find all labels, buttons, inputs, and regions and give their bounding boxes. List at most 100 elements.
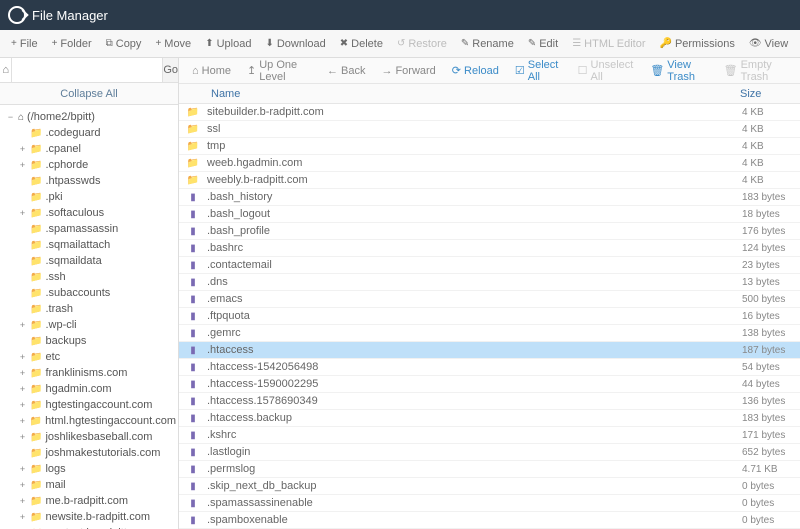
tree-node[interactable]: +📁.cpanel — [2, 141, 176, 157]
select-all-button[interactable]: ☑Select All — [508, 58, 569, 83]
tree-node[interactable]: 📁.sqmailattach — [2, 237, 176, 253]
view-trash-button[interactable]: 🗑View Trash — [643, 58, 714, 83]
tree-node[interactable]: +📁franklinisms.com — [2, 365, 176, 381]
tree-node[interactable]: +📁hgadmin.com — [2, 381, 176, 397]
file-row[interactable]: ▮.htaccess.backup183 bytes — [179, 410, 800, 427]
file-row[interactable]: ▮.kshrc171 bytes — [179, 427, 800, 444]
file-row[interactable]: ▮.spamassassinenable0 bytes — [179, 495, 800, 512]
empty-trash-button[interactable]: 🗑Empty Trash — [717, 58, 794, 83]
file-row[interactable]: 📁weeb.hgadmin.com4 KB — [179, 155, 800, 172]
tree-node[interactable]: 📁.subaccounts — [2, 285, 176, 301]
html-editor-button[interactable]: ☰HTML Editor — [565, 30, 652, 57]
file-name: weebly.b-radpitt.com — [207, 174, 742, 186]
file-name: .htaccess — [207, 344, 742, 356]
file-icon: ▮ — [179, 498, 207, 509]
tree-node[interactable]: +📁me.b-radpitt.com — [2, 493, 176, 509]
file-icon: ▮ — [179, 226, 207, 237]
file-size: 187 bytes — [742, 345, 800, 356]
tree-node-label: etc — [45, 351, 60, 364]
tree-node[interactable]: 📁joshmakestutorials.com — [2, 445, 176, 461]
back-button[interactable]: ←Back — [320, 58, 372, 83]
reload-button[interactable]: ⟳Reload — [445, 58, 506, 83]
column-name[interactable]: Name — [179, 88, 740, 100]
tree-node[interactable]: +📁mail — [2, 477, 176, 493]
tree-node[interactable]: 📁.codeguard — [2, 125, 176, 141]
file-icon: ▮ — [179, 311, 207, 322]
file-button[interactable]: +File — [4, 30, 45, 57]
file-row[interactable]: ▮.bashrc124 bytes — [179, 240, 800, 257]
tree-node[interactable]: 📁.trash — [2, 301, 176, 317]
file-row[interactable]: ▮.lastlogin652 bytes — [179, 444, 800, 461]
unselect-all-button[interactable]: ☐Unselect All — [571, 58, 642, 83]
extract-button[interactable]: ✎Extract — [795, 30, 800, 57]
tree-node[interactable]: +📁logs — [2, 461, 176, 477]
tree-node[interactable]: 📁.sqmaildata — [2, 253, 176, 269]
file-row[interactable]: ▮.bash_history183 bytes — [179, 189, 800, 206]
file-size: 0 bytes — [742, 498, 800, 509]
file-row[interactable]: 📁ssl4 KB — [179, 121, 800, 138]
file-name: .dns — [207, 276, 742, 288]
file-name: .spamboxenable — [207, 514, 742, 526]
file-row[interactable]: ▮.ftpquota16 bytes — [179, 308, 800, 325]
folder-button[interactable]: +Folder — [45, 30, 99, 57]
restore-button[interactable]: ↺Restore — [390, 30, 454, 57]
plus-icon: + — [18, 463, 27, 476]
file-icon: ▮ — [179, 345, 207, 356]
file-row[interactable]: 📁weebly.b-radpitt.com4 KB — [179, 172, 800, 189]
column-size[interactable]: Size — [740, 88, 800, 100]
plus-icon: + — [18, 383, 27, 396]
tree-node[interactable]: +📁etc — [2, 349, 176, 365]
tree-node[interactable]: +📁.wp-cli — [2, 317, 176, 333]
tree-node-label: hgadmin.com — [45, 383, 111, 396]
nav-home-button[interactable]: ⌂Home — [185, 58, 238, 83]
delete-button[interactable]: ✖Delete — [333, 30, 390, 57]
plus-icon: + — [18, 415, 27, 428]
folder-icon: 📁 — [30, 287, 42, 300]
tree-node[interactable]: 📁.ssh — [2, 269, 176, 285]
tree-node[interactable]: 📁.spamassassin — [2, 221, 176, 237]
file-row[interactable]: ▮.htaccess.1578690349136 bytes — [179, 393, 800, 410]
path-input[interactable] — [12, 58, 162, 82]
file-row[interactable]: ▮.contactemail23 bytes — [179, 257, 800, 274]
tree-node[interactable]: +📁.softaculous — [2, 205, 176, 221]
file-row[interactable]: ▮.htaccess-154205649854 bytes — [179, 359, 800, 376]
permissions-button[interactable]: 🔑Permissions — [652, 30, 741, 57]
file-row[interactable]: ▮.bash_logout18 bytes — [179, 206, 800, 223]
tree-node[interactable]: +📁.cphorde — [2, 157, 176, 173]
file-row[interactable]: ▮.spamboxenable0 bytes — [179, 512, 800, 529]
file-row[interactable]: ▮.emacs500 bytes — [179, 291, 800, 308]
home-button[interactable]: ⌂ — [0, 58, 12, 82]
tree-node[interactable]: +📁html.hgtestingaccount.com — [2, 413, 176, 429]
plus-icon: + — [18, 431, 27, 444]
file-row[interactable]: 📁tmp4 KB — [179, 138, 800, 155]
tree-node[interactable]: 📁.htpasswds — [2, 173, 176, 189]
copy-button[interactable]: ⧉Copy — [99, 30, 149, 57]
tree-node[interactable]: +📁newsite.b-radpitt.com — [2, 509, 176, 525]
file-row[interactable]: ▮.dns13 bytes — [179, 274, 800, 291]
file-row[interactable]: ▮.permslog4.71 KB — [179, 461, 800, 478]
file-row[interactable]: ▮.bash_profile176 bytes — [179, 223, 800, 240]
download-button[interactable]: ⬇Download — [258, 30, 332, 57]
file-icon: ▮ — [179, 396, 207, 407]
file-row[interactable]: ▮.htaccess-159000229544 bytes — [179, 376, 800, 393]
collapse-all-button[interactable]: Collapse All — [0, 83, 178, 105]
up-one-level-button[interactable]: ↥Up One Level — [240, 58, 318, 83]
upload-button[interactable]: ⬆Upload — [198, 30, 258, 57]
view-button[interactable]: 👁View — [742, 30, 795, 57]
rename-button[interactable]: ✎Rename — [454, 30, 521, 57]
home-icon: ⌂ — [192, 65, 199, 77]
file-row[interactable]: ▮.skip_next_db_backup0 bytes — [179, 478, 800, 495]
tree-node[interactable]: 📁backups — [2, 333, 176, 349]
edit-button[interactable]: ✎Edit — [521, 30, 565, 57]
move-button[interactable]: +Move — [148, 30, 198, 57]
file-row[interactable]: 📁sitebuilder.b-radpitt.com4 KB — [179, 104, 800, 121]
tree-node[interactable]: +📁joshlikesbaseball.com — [2, 429, 176, 445]
tree-node[interactable]: +📁newtest.b-radpitt.com — [2, 525, 176, 529]
tree-root[interactable]: − ⌂ (/home2/bpitt) — [2, 109, 176, 125]
file-row[interactable]: ▮.gemrc138 bytes — [179, 325, 800, 342]
tree-node[interactable]: 📁.pki — [2, 189, 176, 205]
file-row[interactable]: ▮.htaccess187 bytes — [179, 342, 800, 359]
tree-node[interactable]: +📁hgtestingaccount.com — [2, 397, 176, 413]
forward-button[interactable]: →Forward — [374, 58, 442, 83]
go-button[interactable]: Go — [162, 58, 178, 82]
